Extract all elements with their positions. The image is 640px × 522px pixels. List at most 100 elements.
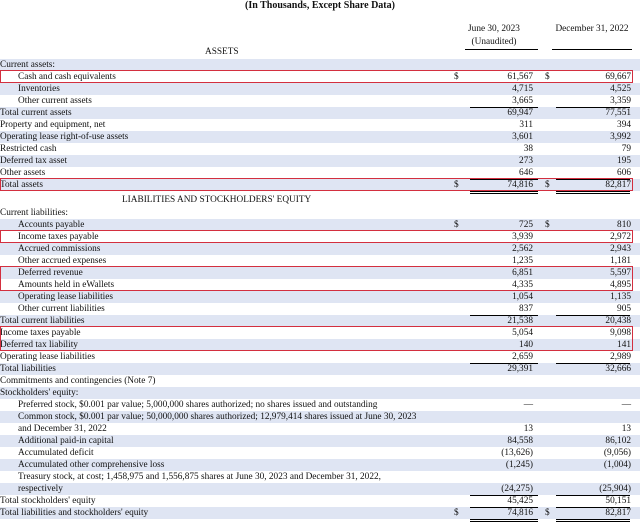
table-row: Total current assets 69,947 77,551: [0, 107, 640, 119]
table-row: Deferred tax asset 273 195: [0, 155, 640, 167]
value-june-2023: 21,538: [507, 316, 533, 326]
row-label: Income taxes payable: [0, 328, 81, 338]
row-label: Amounts held in eWallets: [18, 280, 115, 290]
total-underline: [470, 193, 538, 194]
table-row: Total assets $74,816 $82,817: [0, 179, 640, 191]
total-underline: [556, 191, 630, 192]
table-row: Inventories 4,715 4,525: [0, 83, 640, 95]
currency-symbol: $: [545, 72, 550, 82]
row-label: Additional paid-in capital: [18, 436, 114, 446]
total-underline: [470, 179, 538, 180]
value-june-2023: —: [523, 400, 533, 410]
table-row: Deferred revenue 6,851 5,597: [0, 267, 640, 279]
currency-symbol: $: [454, 72, 459, 82]
table-row: Commitments and contingencies (Note 7): [0, 375, 640, 387]
total-underline: [470, 507, 538, 508]
total-underline: [470, 363, 538, 364]
value-june-2023: 74,816: [507, 508, 533, 518]
total-underline: [470, 315, 538, 316]
row-label: Current assets:: [0, 60, 55, 70]
column-header-december-2022: December 31, 2022: [544, 23, 640, 36]
value-june-2023: 2,562: [512, 244, 533, 254]
row-label: Accumulated other comprehensive loss: [18, 460, 165, 470]
value-december-2022: 69,667: [605, 72, 631, 82]
row-label: Accounts payable: [18, 220, 85, 230]
value-december-2022: 50,151: [605, 496, 631, 506]
table-row: Preferred stock, $0.001 par value; 5,000…: [0, 399, 640, 411]
liabilities-heading: LIABILITIES AND STOCKHOLDERS' EQUITY: [122, 195, 312, 205]
row-label: Inventories: [18, 84, 60, 94]
value-june-2023: (24,275): [501, 484, 533, 494]
value-june-2023: 1,235: [512, 256, 533, 266]
row-label: Total liabilities: [0, 364, 56, 374]
table-row: and December 31, 2022 13 13: [0, 423, 640, 435]
table-row: Treasury stock, at cost; 1,458,975 and 1…: [0, 471, 640, 483]
header-underline: [465, 49, 538, 50]
value-december-2022: (1,004): [603, 460, 631, 470]
value-december-2022: 810: [617, 220, 631, 230]
table-row: Total liabilities and stockholders' equi…: [0, 507, 640, 519]
value-june-2023: 140: [519, 340, 533, 350]
total-underline: [470, 495, 538, 496]
table-row: Current assets:: [0, 59, 640, 71]
table-row: Total current liabilities 21,538 20,438: [0, 315, 640, 327]
currency-symbol: $: [454, 180, 459, 190]
total-underline: [556, 363, 630, 364]
row-label: Treasury stock, at cost; 1,458,975 and 1…: [18, 472, 381, 482]
column-header-date: June 30, 2023: [468, 24, 520, 34]
value-december-2022: 3,992: [610, 132, 631, 142]
table-row: Common stock, $0.001 par value; 50,000,0…: [0, 411, 640, 423]
value-december-2022: 9,098: [610, 328, 631, 338]
value-december-2022: (25,904): [599, 484, 631, 494]
value-december-2022: 195: [617, 156, 631, 166]
value-june-2023: 29,391: [507, 364, 533, 374]
value-june-2023: 273: [519, 156, 533, 166]
row-label: Deferred revenue: [18, 268, 83, 278]
value-june-2023: 6,851: [512, 268, 533, 278]
value-december-2022: 86,102: [605, 436, 631, 446]
value-december-2022: 32,666: [605, 364, 631, 374]
value-june-2023: 61,567: [507, 72, 533, 82]
value-june-2023: 725: [519, 220, 533, 230]
table-row: Property and equipment, net 311 394: [0, 119, 640, 131]
row-label: Stockholders' equity:: [0, 388, 79, 398]
row-label: Accumulated deficit: [18, 448, 94, 458]
value-december-2022: 79: [621, 144, 631, 154]
value-december-2022: 1,181: [610, 256, 631, 266]
table-row: Accounts payable $725 $810: [0, 219, 640, 231]
table-row: Income taxes payable 3,939 2,972: [0, 231, 640, 243]
total-underline: [556, 507, 630, 508]
column-header-note: (Unaudited): [471, 37, 517, 47]
total-underline: [556, 519, 630, 520]
total-underline: [556, 179, 630, 180]
currency-symbol: $: [545, 220, 550, 230]
table-row: Accumulated other comprehensive loss (1,2…: [0, 459, 640, 471]
value-december-2022: (9,056): [603, 448, 631, 458]
table-row: Other current liabilities 837 905: [0, 303, 640, 315]
currency-symbol: $: [454, 508, 459, 518]
value-june-2023: 13: [523, 424, 533, 434]
value-june-2023: 311: [519, 120, 533, 130]
table-row: Total stockholders' equity 45,425 50,151: [0, 495, 640, 507]
total-underline: [470, 191, 538, 192]
row-label: Property and equipment, net: [0, 120, 106, 130]
row-label: Income taxes payable: [18, 232, 99, 242]
value-june-2023: 38: [523, 144, 533, 154]
header-underline: [552, 49, 632, 50]
total-underline: [556, 315, 630, 316]
total-underline: [556, 107, 630, 108]
value-december-2022: 394: [617, 120, 631, 130]
row-label: Accrued commissions: [18, 244, 101, 254]
value-june-2023: 74,816: [507, 180, 533, 190]
row-label: Operating lease liabilities: [0, 352, 96, 362]
column-header-june-2023: June 30, 2023 (Unaudited): [456, 23, 532, 49]
row-label: Other accrued expenses: [18, 256, 107, 266]
table-row: Income taxes payable 5,054 9,098: [0, 327, 640, 339]
value-december-2022: 606: [617, 168, 631, 178]
table-row: Operating lease liabilities 1,054 1,135: [0, 291, 640, 303]
table-row: Accrued commissions 2,562 2,943: [0, 243, 640, 255]
table-row: Other accrued expenses 1,235 1,181: [0, 255, 640, 267]
currency-symbol: $: [545, 508, 550, 518]
row-label: respectively: [18, 484, 63, 494]
value-december-2022: 13: [621, 424, 631, 434]
